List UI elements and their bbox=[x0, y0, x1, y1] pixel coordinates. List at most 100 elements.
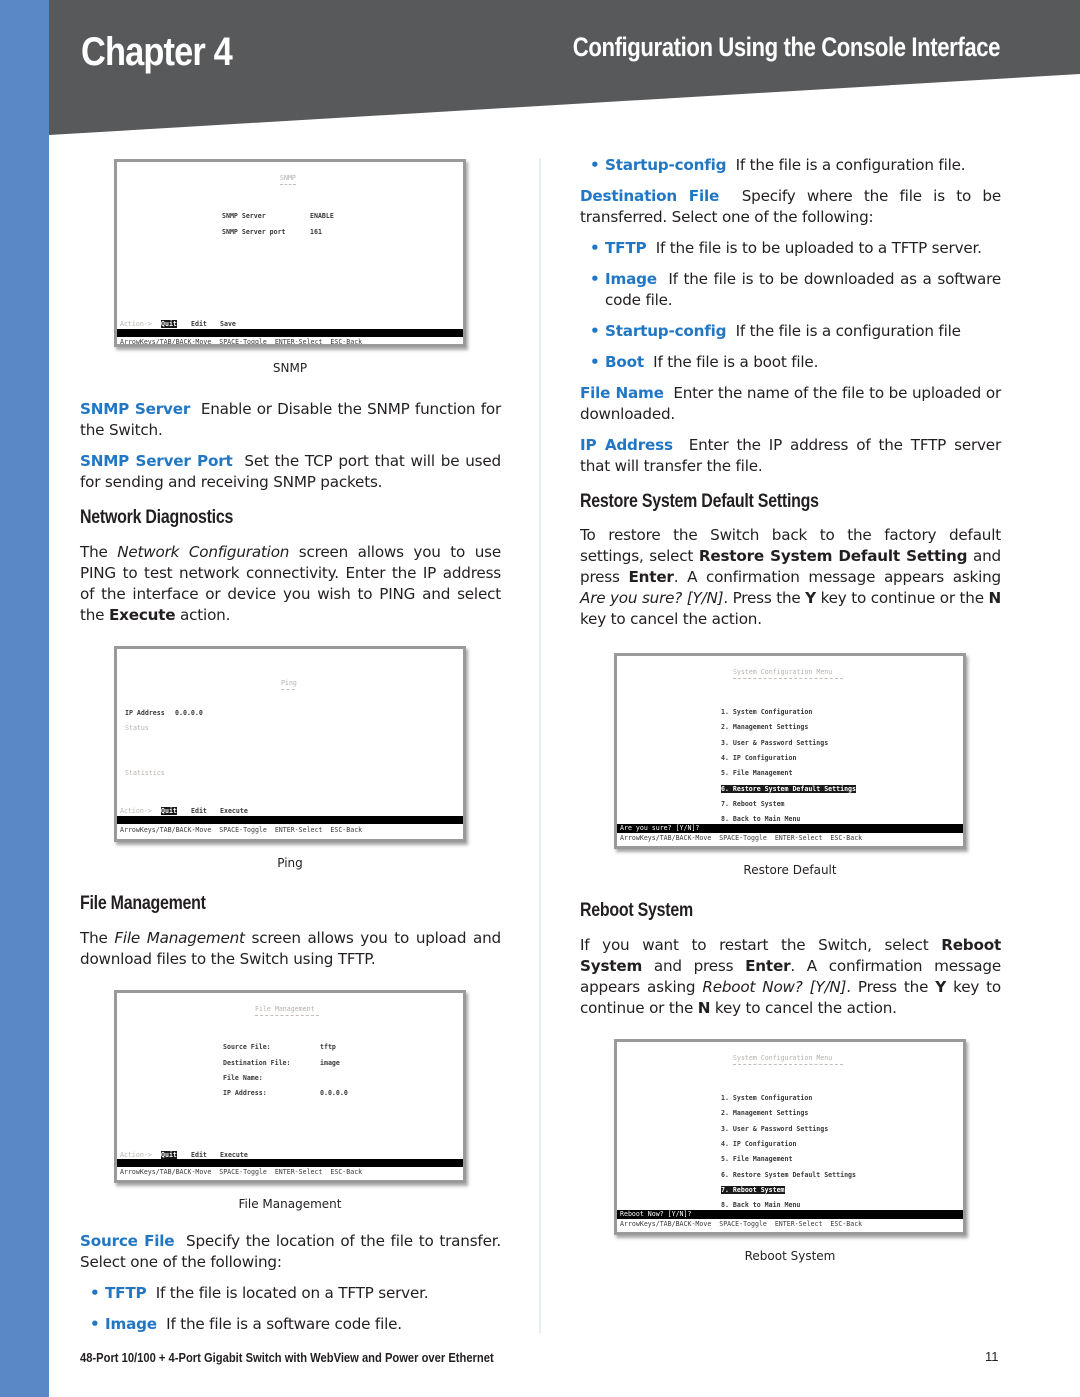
field-value[interactable]: tftp bbox=[320, 1043, 336, 1051]
status-bar bbox=[117, 1159, 463, 1167]
bold-text: Y bbox=[935, 978, 947, 996]
term: IP Address bbox=[580, 436, 673, 454]
bold-text: Restore System Default Setting bbox=[698, 547, 968, 565]
definition: If the file is to be downloaded as a sof… bbox=[605, 270, 1001, 309]
menu-item[interactable]: 2. Management Settings bbox=[721, 1109, 808, 1117]
screen-title: System Configuration Menu bbox=[733, 668, 833, 676]
file-management-section: File Management The File Management scre… bbox=[80, 893, 501, 980]
figure-caption: Restore Default bbox=[743, 863, 837, 877]
text: The bbox=[80, 929, 115, 947]
action-quit[interactable]: Quit bbox=[161, 1151, 177, 1159]
status-label: Status bbox=[125, 724, 149, 732]
side-color-bar bbox=[0, 0, 49, 1397]
snmp-console-screen: SNMP SNMP Server ENABLE SNMP Server port… bbox=[114, 159, 466, 347]
ping-figure: Ping IP Address 0.0.0.0 Status Statistic… bbox=[114, 646, 466, 870]
menu-item[interactable]: 5. File Management bbox=[721, 1155, 792, 1163]
title-underline bbox=[733, 1064, 843, 1065]
definition: If the file is to be uploaded to a TFTP … bbox=[655, 239, 982, 257]
help-line: ArrowKeys/TAB/BACK-Move SPACE-Toggle ENT… bbox=[120, 1168, 363, 1176]
menu-item[interactable]: 6. Restore System Default Settings bbox=[721, 1171, 856, 1179]
bold-text: Enter bbox=[628, 568, 674, 586]
file-name-paragraph: File Name Enter the name of the file to … bbox=[580, 383, 1001, 425]
help-line: ArrowKeys/TAB/BACK-Move SPACE-Toggle ENT… bbox=[120, 826, 363, 834]
menu-item[interactable]: 1. System Configuration bbox=[721, 1094, 812, 1102]
ip-address-paragraph: IP Address Enter the IP address of the T… bbox=[580, 435, 1001, 477]
help-line: ArrowKeys/TAB/BACK-Move SPACE-Toggle ENT… bbox=[620, 834, 863, 842]
confirm-prompt: Are you sure? [Y/N]? bbox=[620, 824, 700, 832]
action-edit[interactable]: Edit bbox=[191, 807, 207, 815]
menu-item[interactable]: 4. IP Configuration bbox=[721, 754, 796, 762]
bullet-icon: • bbox=[590, 322, 600, 340]
term: TFTP bbox=[105, 1284, 147, 1302]
restore-default-figure: System Configuration Menu 1. System Conf… bbox=[614, 653, 966, 877]
destination-file-options: • TFTP If the file is to be uploaded to a… bbox=[588, 238, 1001, 373]
menu-item[interactable]: 2. Management Settings bbox=[721, 723, 808, 731]
field-label: Source File: bbox=[223, 1043, 271, 1051]
field-value[interactable]: 0.0.0.0 bbox=[320, 1089, 348, 1097]
menu-item[interactable]: 4. IP Configuration bbox=[721, 1140, 796, 1148]
list-item: • TFTP If the file is to be uploaded to a… bbox=[588, 238, 1001, 259]
menu-item[interactable]: 8. Back to Main Menu bbox=[721, 815, 800, 823]
menu-item[interactable]: 3. User & Password Settings bbox=[721, 739, 828, 747]
text: . A confirmation message appears asking bbox=[673, 568, 1001, 586]
screen-title: File Management bbox=[255, 1005, 315, 1013]
figure-caption: File Management bbox=[238, 1197, 342, 1211]
text: action. bbox=[175, 606, 231, 624]
reboot-system-console-screen: System Configuration Menu 1. System Conf… bbox=[614, 1039, 966, 1235]
source-file-options-continued: • Startup-config If the file is a configu… bbox=[588, 155, 1001, 176]
confirm-prompt: Reboot Now? [Y/N]? bbox=[620, 1210, 692, 1218]
italic-text: Network Configuration bbox=[117, 543, 290, 561]
field-label: SNMP Server port bbox=[222, 228, 286, 236]
field-value[interactable]: image bbox=[320, 1059, 340, 1067]
term: TFTP bbox=[605, 239, 647, 257]
ping-console-screen: Ping IP Address 0.0.0.0 Status Statistic… bbox=[114, 646, 466, 842]
bullet-icon: • bbox=[590, 239, 600, 257]
network-diagnostics-heading: Network Diagnostics bbox=[80, 507, 234, 528]
action-save[interactable]: Save bbox=[220, 320, 236, 328]
italic-text: Reboot Now? [Y/N] bbox=[702, 978, 847, 996]
text: . Press the bbox=[723, 589, 806, 607]
menu-item[interactable]: 8. Back to Main Menu bbox=[721, 1201, 800, 1209]
action-quit[interactable]: Quit bbox=[161, 807, 177, 815]
menu-item[interactable]: 7. Reboot System bbox=[721, 800, 785, 808]
ip-address-value[interactable]: 0.0.0.0 bbox=[175, 709, 203, 717]
action-execute[interactable]: Execute bbox=[220, 1151, 248, 1159]
help-line: ArrowKeys/TAB/BACK-Move SPACE-Toggle ENT… bbox=[620, 1220, 863, 1228]
figure-caption: Ping bbox=[277, 856, 303, 870]
bullet-icon: • bbox=[90, 1315, 100, 1333]
title-underline bbox=[280, 184, 296, 185]
right-column-top: • Startup-config If the file is a configu… bbox=[580, 155, 1001, 640]
list-item: • TFTP If the file is located on a TFTP s… bbox=[88, 1283, 501, 1304]
list-item: • Image If the file is a software code fi… bbox=[88, 1314, 501, 1335]
statistics-label: Statistics bbox=[125, 769, 165, 777]
action-execute[interactable]: Execute bbox=[220, 807, 248, 815]
term: Source File bbox=[80, 1232, 175, 1250]
footer-product-name: 48-Port 10/100 + 4-Port Gigabit Switch w… bbox=[80, 1350, 494, 1365]
term: Image bbox=[605, 270, 657, 288]
bold-text: Y bbox=[805, 589, 816, 607]
network-diagnostics-paragraph: The Network Configuration screen allows … bbox=[80, 542, 501, 626]
list-item: • Startup-config If the file is a configu… bbox=[588, 321, 1001, 342]
menu-item[interactable]: 1. System Configuration bbox=[721, 708, 812, 716]
reboot-system-figure: System Configuration Menu 1. System Conf… bbox=[614, 1039, 966, 1263]
file-management-heading: File Management bbox=[80, 893, 206, 914]
text: The bbox=[80, 543, 118, 561]
action-edit[interactable]: Edit bbox=[191, 320, 207, 328]
menu-item[interactable]: 7. Reboot System bbox=[721, 1185, 785, 1194]
reboot-section: Reboot System If you want to restart the… bbox=[580, 900, 1001, 1029]
term: Destination File bbox=[580, 187, 720, 205]
action-edit[interactable]: Edit bbox=[191, 1151, 207, 1159]
menu-item[interactable]: 3. User & Password Settings bbox=[721, 1125, 828, 1133]
status-bar bbox=[117, 816, 463, 824]
bullet-icon: • bbox=[90, 1284, 100, 1302]
menu-item[interactable]: 6. Restore System Default Settings bbox=[721, 784, 856, 793]
section-title: Configuration Using the Console Interfac… bbox=[572, 32, 1001, 62]
restore-heading: Restore System Default Settings bbox=[580, 491, 819, 512]
field-value[interactable]: ENABLE bbox=[310, 212, 334, 220]
column-divider bbox=[539, 158, 541, 1333]
action-prefix: Action-> bbox=[120, 807, 152, 815]
text: key to cancel the action. bbox=[580, 610, 762, 628]
menu-item[interactable]: 5. File Management bbox=[721, 769, 792, 777]
field-value[interactable]: 161 bbox=[310, 228, 322, 236]
action-quit[interactable]: Quit bbox=[161, 320, 177, 328]
